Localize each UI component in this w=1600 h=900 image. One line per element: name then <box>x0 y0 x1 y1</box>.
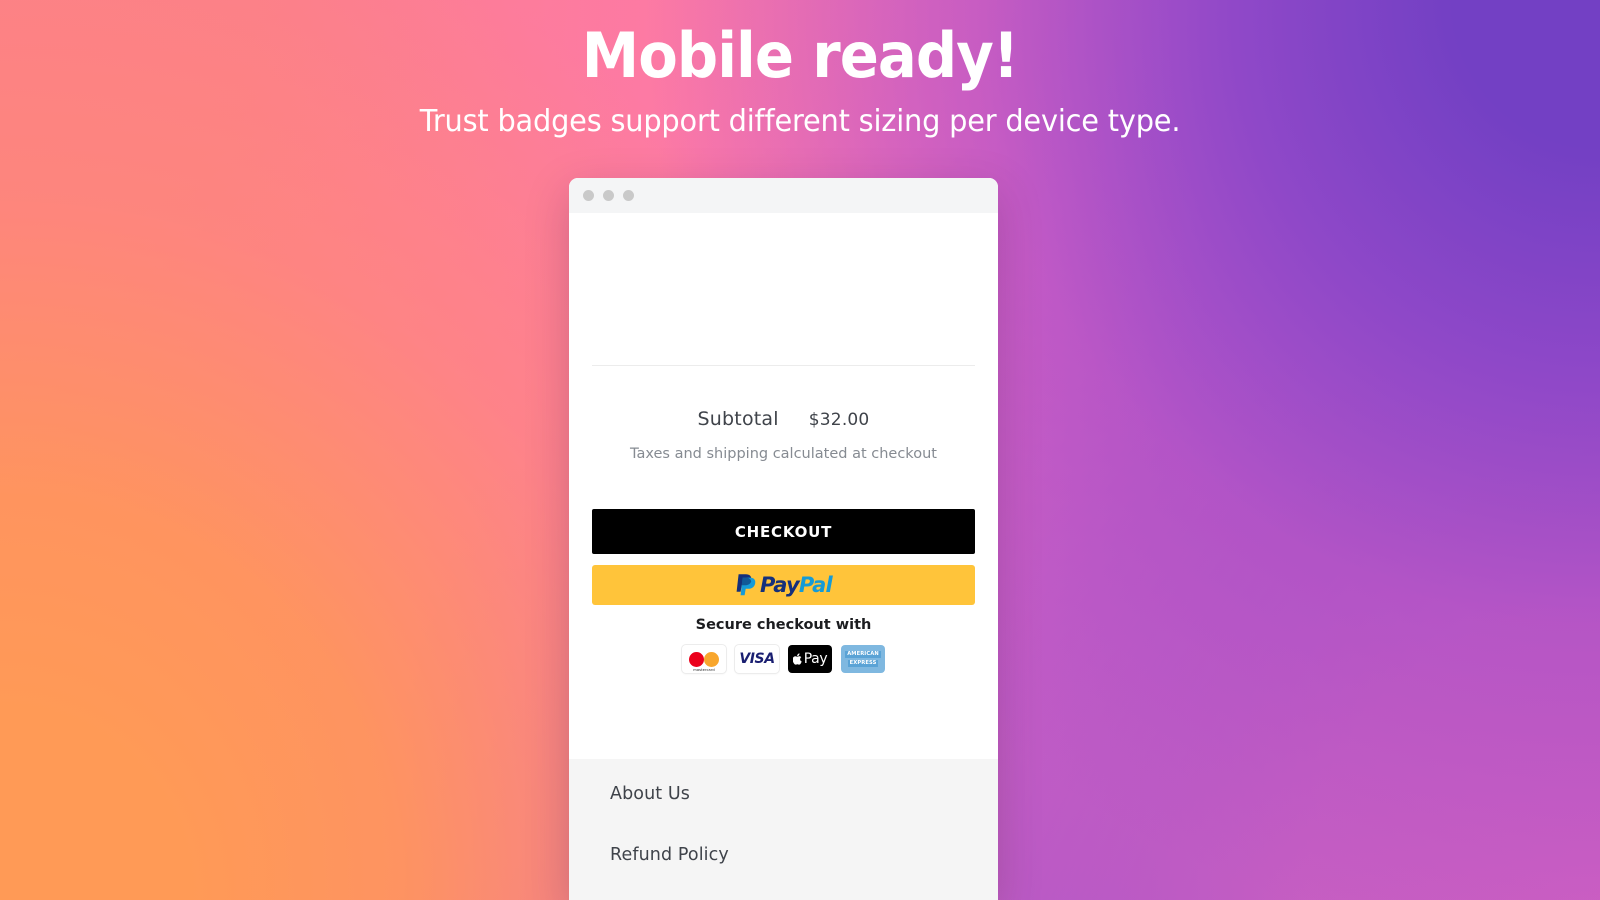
browser-title-bar <box>569 178 998 213</box>
hero-text-block: Mobile ready! Trust badges support diffe… <box>0 0 1600 140</box>
footer-link-about-us[interactable]: About Us <box>610 784 957 804</box>
apple-pay-icon: Pay <box>788 645 832 673</box>
product-image <box>569 213 998 353</box>
tax-shipping-note: Taxes and shipping calculated at checkou… <box>630 446 937 462</box>
secure-checkout-title: Secure checkout with <box>695 617 872 633</box>
apple-pay-label: Pay <box>803 651 828 667</box>
page-subtitle: Trust badges support different sizing pe… <box>419 104 1181 139</box>
trust-badges-row: mastercard VISA Pay AMERICAN EXPRESS <box>569 645 998 673</box>
page-title: Mobile ready! <box>581 19 1019 92</box>
mastercard-label: mastercard <box>693 667 715 672</box>
amex-line-2: EXPRESS <box>847 659 879 668</box>
american-express-icon: AMERICAN EXPRESS <box>841 645 885 673</box>
subtotal-row: Subtotal $32.00 <box>569 408 998 430</box>
window-minimize-dot[interactable] <box>603 190 614 201</box>
paypal-logo-icon <box>736 574 756 596</box>
checkout-buttons-group: CHECKOUT PayPal <box>592 509 975 605</box>
store-page-body: Subtotal $32.00 Taxes and shipping calcu… <box>569 213 998 900</box>
paypal-word-pal: Pal <box>798 573 833 597</box>
browser-mockup-window: Subtotal $32.00 Taxes and shipping calcu… <box>569 178 998 900</box>
cart-divider <box>592 365 975 366</box>
store-footer: About Us Refund Policy Terms of Service <box>569 759 998 900</box>
window-maximize-dot[interactable] <box>623 190 634 201</box>
subtotal-label: Subtotal <box>697 408 779 430</box>
checkout-button[interactable]: CHECKOUT <box>592 509 975 554</box>
visa-icon: VISA <box>735 645 779 673</box>
apple-logo-icon <box>792 653 802 665</box>
footer-link-refund-policy[interactable]: Refund Policy <box>610 845 957 865</box>
subtotal-value: $32.00 <box>808 410 870 430</box>
paypal-word-pay: Pay <box>760 573 800 597</box>
visa-label: VISA <box>739 651 775 667</box>
amex-line-1: AMERICAN <box>845 650 881 659</box>
window-close-dot[interactable] <box>583 190 594 201</box>
paypal-button[interactable]: PayPal <box>592 565 975 605</box>
mastercard-icon: mastercard <box>682 645 726 673</box>
